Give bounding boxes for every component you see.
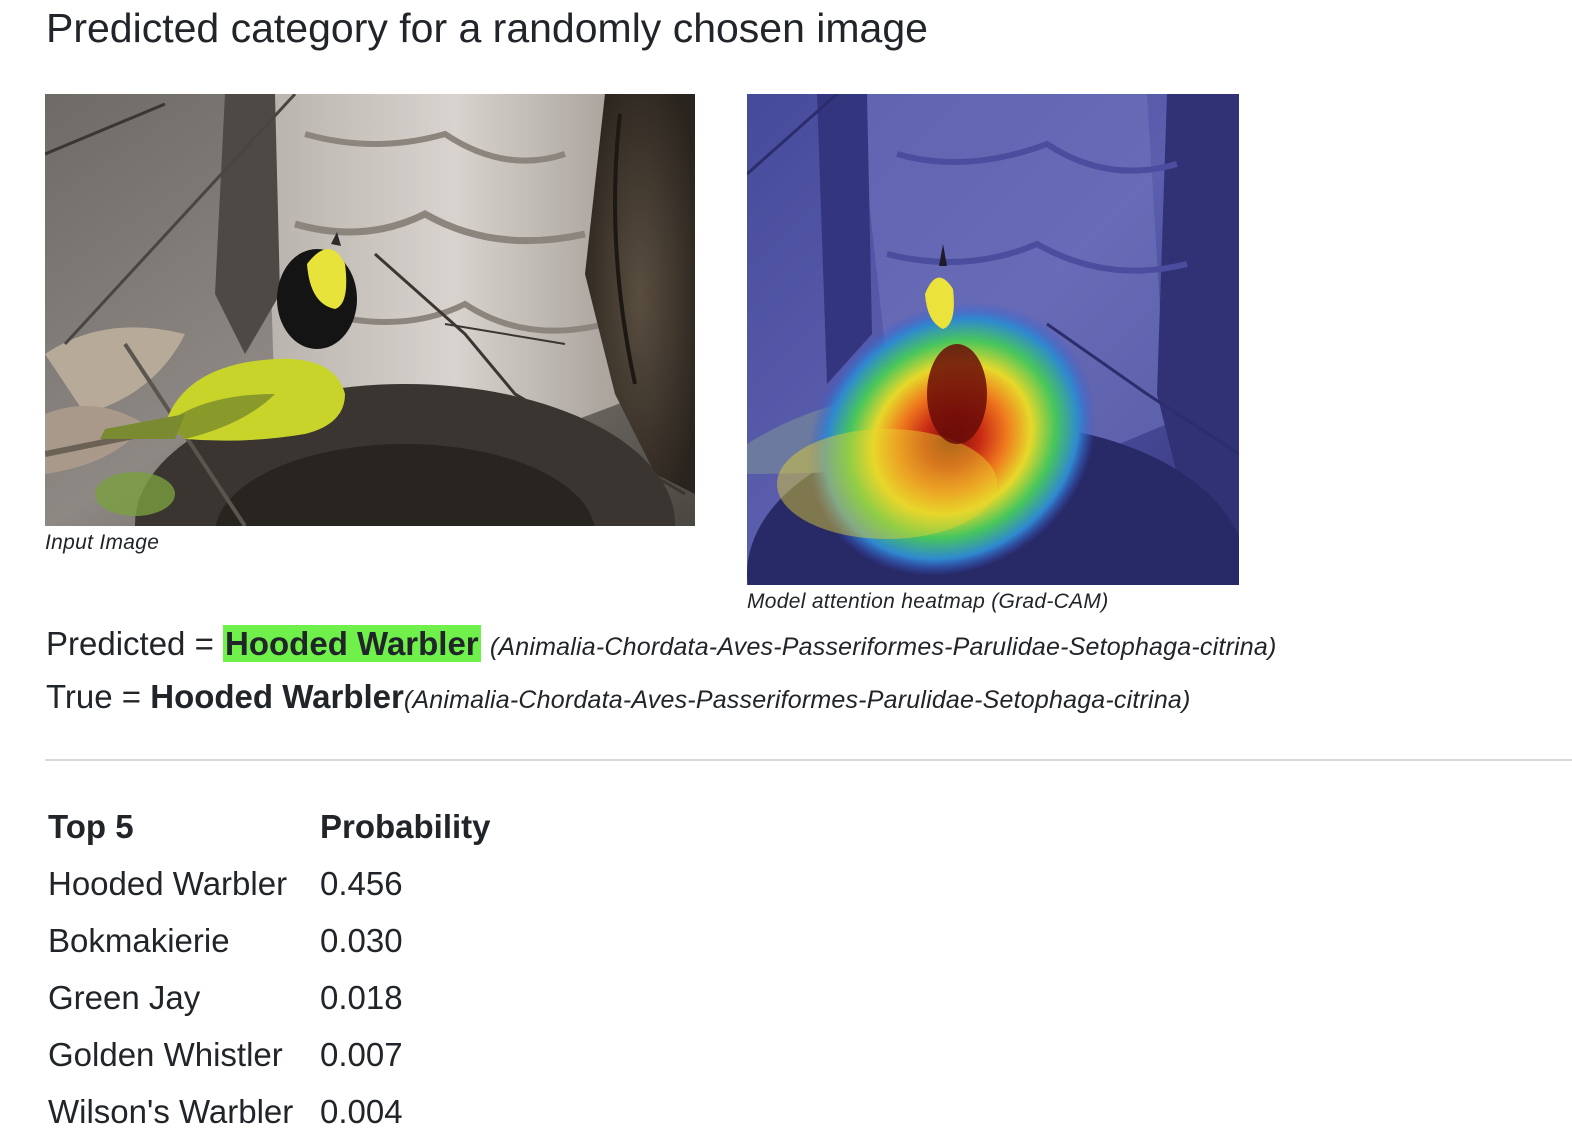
row-probability: 0.004 [320, 1092, 403, 1130]
input-image-figure: Input Image [45, 94, 695, 555]
heatmap-figure: Model attention heatmap (Grad-CAM) [747, 94, 1239, 614]
row-name: Bokmakierie [48, 921, 230, 959]
column-header-probability: Probability [320, 807, 491, 845]
true-line: True = Hooded Warbler(Animalia-Chordata-… [46, 677, 1191, 720]
top5-table: Top 5 Probability Hooded Warbler 0.456 B… [46, 798, 491, 1138]
true-name: Hooded Warbler [150, 678, 404, 715]
row-name: Golden Whistler [48, 1035, 283, 1073]
table-row: Bokmakierie 0.030 [46, 912, 491, 969]
table-row: Hooded Warbler 0.456 [46, 855, 491, 912]
table-row: Wilson's Warbler 0.004 [46, 1083, 491, 1138]
table-row: Golden Whistler 0.007 [46, 1026, 491, 1083]
predicted-line: Predicted = Hooded Warbler (Animalia-Cho… [46, 624, 1277, 667]
true-label: True = [46, 678, 151, 715]
heatmap-caption: Model attention heatmap (Grad-CAM) [747, 590, 1109, 613]
input-image-caption: Input Image [45, 531, 160, 554]
page: Predicted category for a randomly chosen… [0, 0, 1572, 1138]
column-header-top5: Top 5 [48, 807, 134, 845]
row-name: Green Jay [48, 978, 201, 1016]
row-probability: 0.007 [320, 1035, 403, 1073]
page-title: Predicted category for a randomly chosen… [46, 5, 928, 51]
input-image [45, 94, 695, 526]
table-header-row: Top 5 Probability [46, 798, 491, 855]
row-probability: 0.030 [320, 921, 403, 959]
row-name: Wilson's Warbler [48, 1092, 294, 1130]
heatmap-image [747, 94, 1239, 585]
predicted-label: Predicted = [46, 625, 224, 662]
row-name: Hooded Warbler [48, 864, 288, 902]
true-taxonomy: (Animalia-Chordata-Aves-Passeriformes-Pa… [403, 686, 1191, 714]
row-probability: 0.018 [320, 978, 403, 1016]
table-row: Green Jay 0.018 [46, 969, 491, 1026]
row-probability: 0.456 [320, 864, 403, 902]
divider [45, 759, 1572, 761]
predicted-taxonomy: (Animalia-Chordata-Aves-Passeriformes-Pa… [489, 633, 1277, 661]
predicted-name: Hooded Warbler [223, 625, 481, 662]
